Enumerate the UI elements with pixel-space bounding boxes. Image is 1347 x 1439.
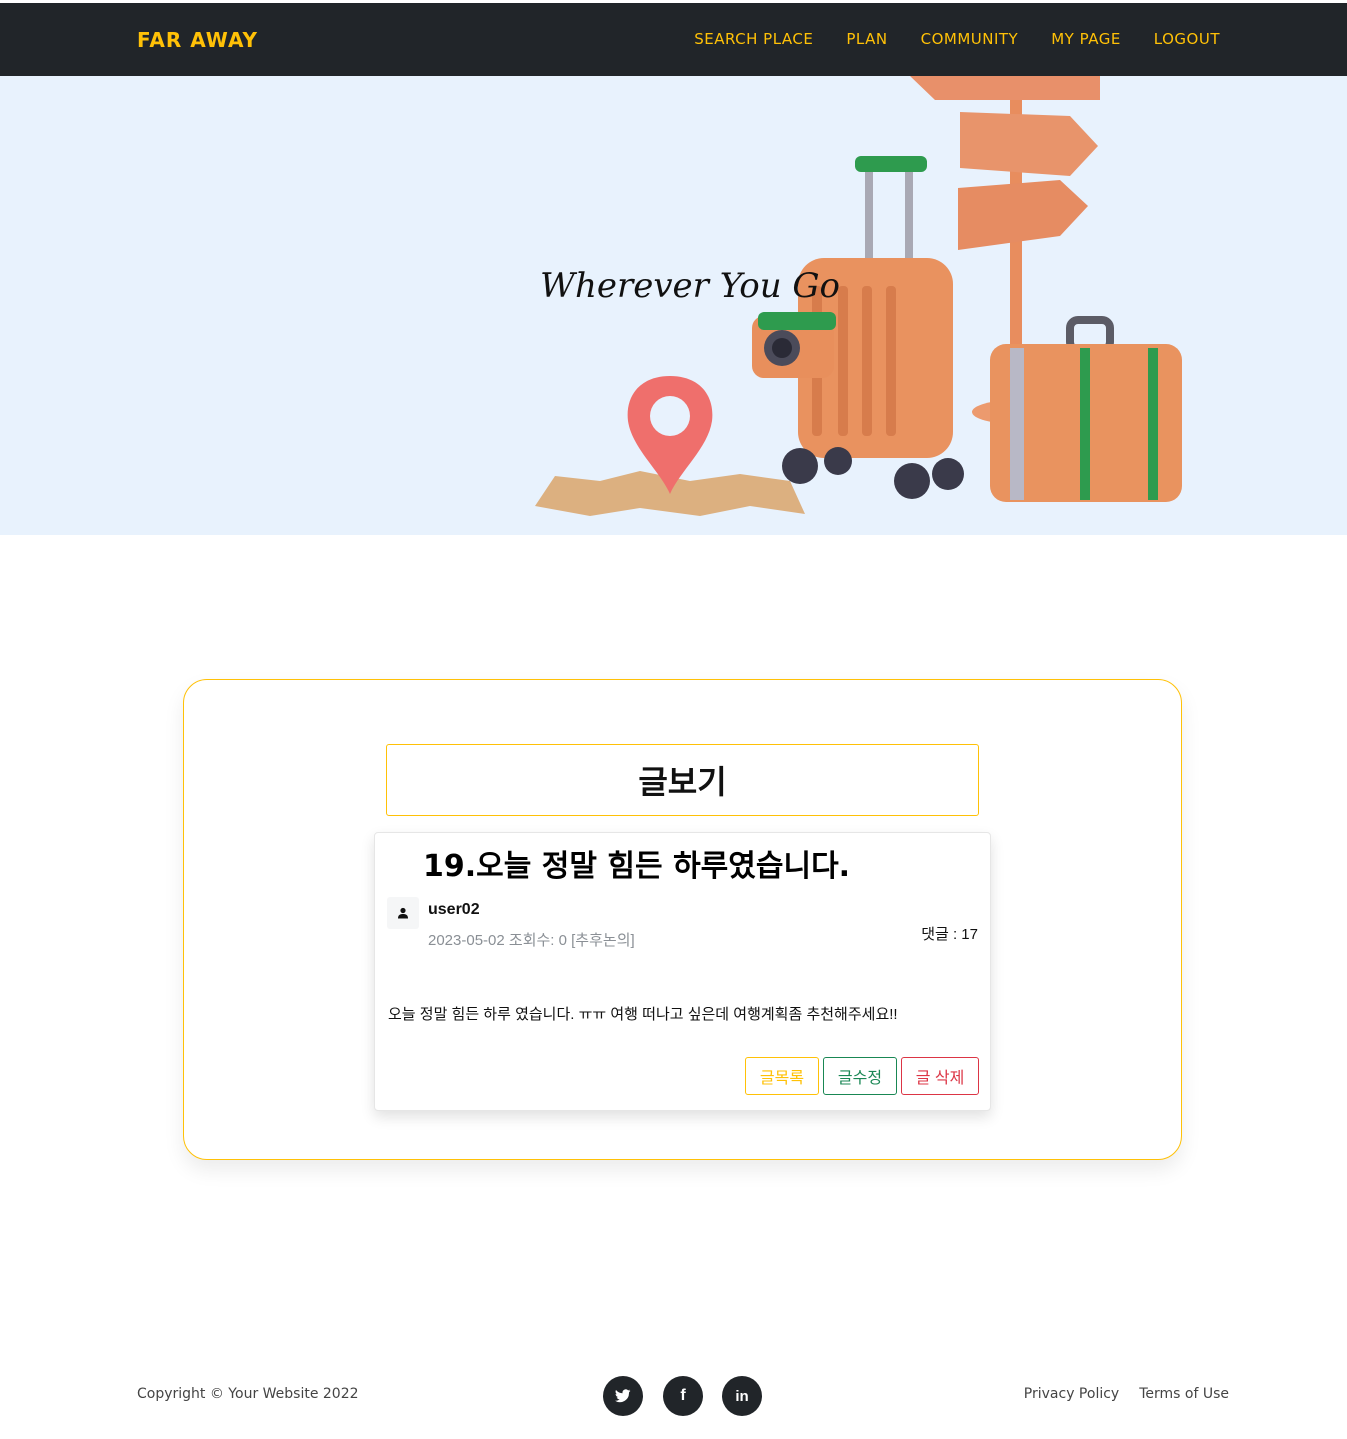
privacy-policy-link[interactable]: Privacy Policy (1024, 1386, 1119, 1402)
terms-of-use-link[interactable]: Terms of Use (1139, 1386, 1229, 1402)
delete-button[interactable]: 글 삭제 (901, 1057, 979, 1095)
linkedin-button[interactable]: in (722, 1376, 762, 1416)
twitter-button[interactable] (603, 1376, 643, 1416)
twitter-icon (615, 1389, 631, 1403)
avatar (387, 897, 419, 929)
nav-links: SEARCH PLACE PLAN COMMUNITY MY PAGE LOGO… (661, 30, 1220, 48)
masthead: Wherever You Go (0, 76, 1347, 535)
post-content: 오늘 정말 힘든 하루 였습니다. ㅠㅠ 여행 떠나고 싶은데 여행계획좀 추천… (388, 1006, 898, 1023)
linkedin-icon: in (735, 1387, 749, 1405)
post-card: 19.오늘 정말 힘든 하루였습니다. user02 2023-05-02 조회… (374, 832, 991, 1111)
post-author: user02 (428, 901, 480, 918)
post-title: 19.오늘 정말 힘든 하루였습니다. (423, 849, 851, 884)
nav-link-logout[interactable]: LOGOUT (1154, 30, 1220, 48)
facebook-icon: f (680, 1387, 686, 1404)
nav-link-my-page[interactable]: MY PAGE (1051, 30, 1121, 48)
board-heading: 글보기 (386, 744, 979, 816)
user-icon (398, 907, 408, 919)
navbar: FAR AWAY SEARCH PLACE PLAN COMMUNITY MY … (0, 3, 1347, 76)
list-button[interactable]: 글목록 (745, 1057, 819, 1095)
brand-logo[interactable]: FAR AWAY (137, 28, 258, 52)
facebook-button[interactable]: f (663, 1376, 703, 1416)
edit-button[interactable]: 글수정 (823, 1057, 897, 1095)
nav-link-community[interactable]: COMMUNITY (921, 30, 1019, 48)
post-meta: 2023-05-02 조회수: 0 [추후논의] (428, 932, 635, 949)
copyright-text: Copyright © Your Website 2022 (137, 1386, 359, 1402)
footer: Copyright © Your Website 2022 f in Priva… (0, 1360, 1347, 1439)
nav-link-plan[interactable]: PLAN (846, 30, 887, 48)
comment-count: 댓글 : 17 (921, 926, 978, 943)
nav-link-search-place[interactable]: SEARCH PLACE (694, 30, 813, 48)
masthead-title: Wherever You Go (540, 266, 841, 306)
footer-links: Privacy Policy Terms of Use (1024, 1386, 1229, 1402)
